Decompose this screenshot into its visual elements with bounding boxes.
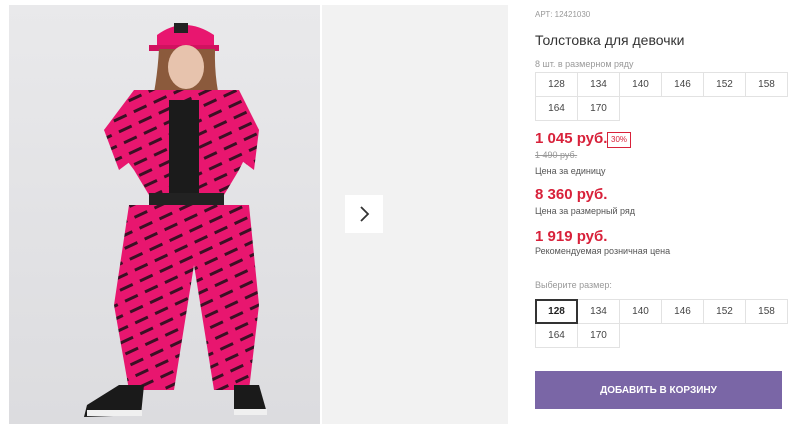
retail-price: 1 919 руб. [535, 228, 608, 245]
pack-size-cell: 164 [535, 96, 578, 121]
add-to-cart-button[interactable]: ДОБАВИТЬ В КОРЗИНУ [535, 371, 782, 409]
product-title: Толстовка для девочки [535, 32, 685, 48]
size-option-140[interactable]: 140 [619, 299, 662, 324]
retail-price-label: Рекомендуемая розничная цена [535, 246, 671, 256]
pack-size-cell: 128 [535, 72, 578, 97]
pack-size-cell: 134 [577, 72, 620, 97]
discount-badge: 30% [607, 132, 632, 148]
size-option-164[interactable]: 164 [535, 323, 578, 348]
pack-size-grid: 128 134 140 146 152 158 164 170 [535, 72, 788, 121]
pack-size-label: 8 шт. в размерном ряду [535, 59, 634, 69]
pack-price-label: Цена за размерный ряд [535, 206, 636, 216]
pack-price: 8 360 руб. [535, 186, 608, 203]
size-selector: 128 134 140 146 152 158 164 170 [535, 299, 788, 348]
old-price: 1 490 руб. [535, 150, 578, 160]
next-image-button[interactable] [345, 195, 383, 233]
size-option-146[interactable]: 146 [661, 299, 704, 324]
size-option-158[interactable]: 158 [745, 299, 788, 324]
chevron-right-icon [360, 206, 370, 222]
article-number: АРТ: 12421030 [535, 10, 591, 19]
size-option-152[interactable]: 152 [703, 299, 746, 324]
pack-size-cell: 140 [619, 72, 662, 97]
size-option-128[interactable]: 128 [535, 299, 578, 324]
unit-price-label: Цена за единицу [535, 166, 606, 176]
pack-size-cell: 158 [745, 72, 788, 97]
girl-in-pink-tracksuit-image [84, 23, 267, 417]
choose-size-label: Выберите размер: [535, 280, 612, 290]
pack-size-cell: 152 [703, 72, 746, 97]
product-photo[interactable] [9, 5, 320, 424]
size-option-134[interactable]: 134 [577, 299, 620, 324]
unit-price: 1 045 руб. [535, 130, 608, 147]
pack-size-cell: 146 [661, 72, 704, 97]
size-option-170[interactable]: 170 [577, 323, 620, 348]
pack-size-cell: 170 [577, 96, 620, 121]
